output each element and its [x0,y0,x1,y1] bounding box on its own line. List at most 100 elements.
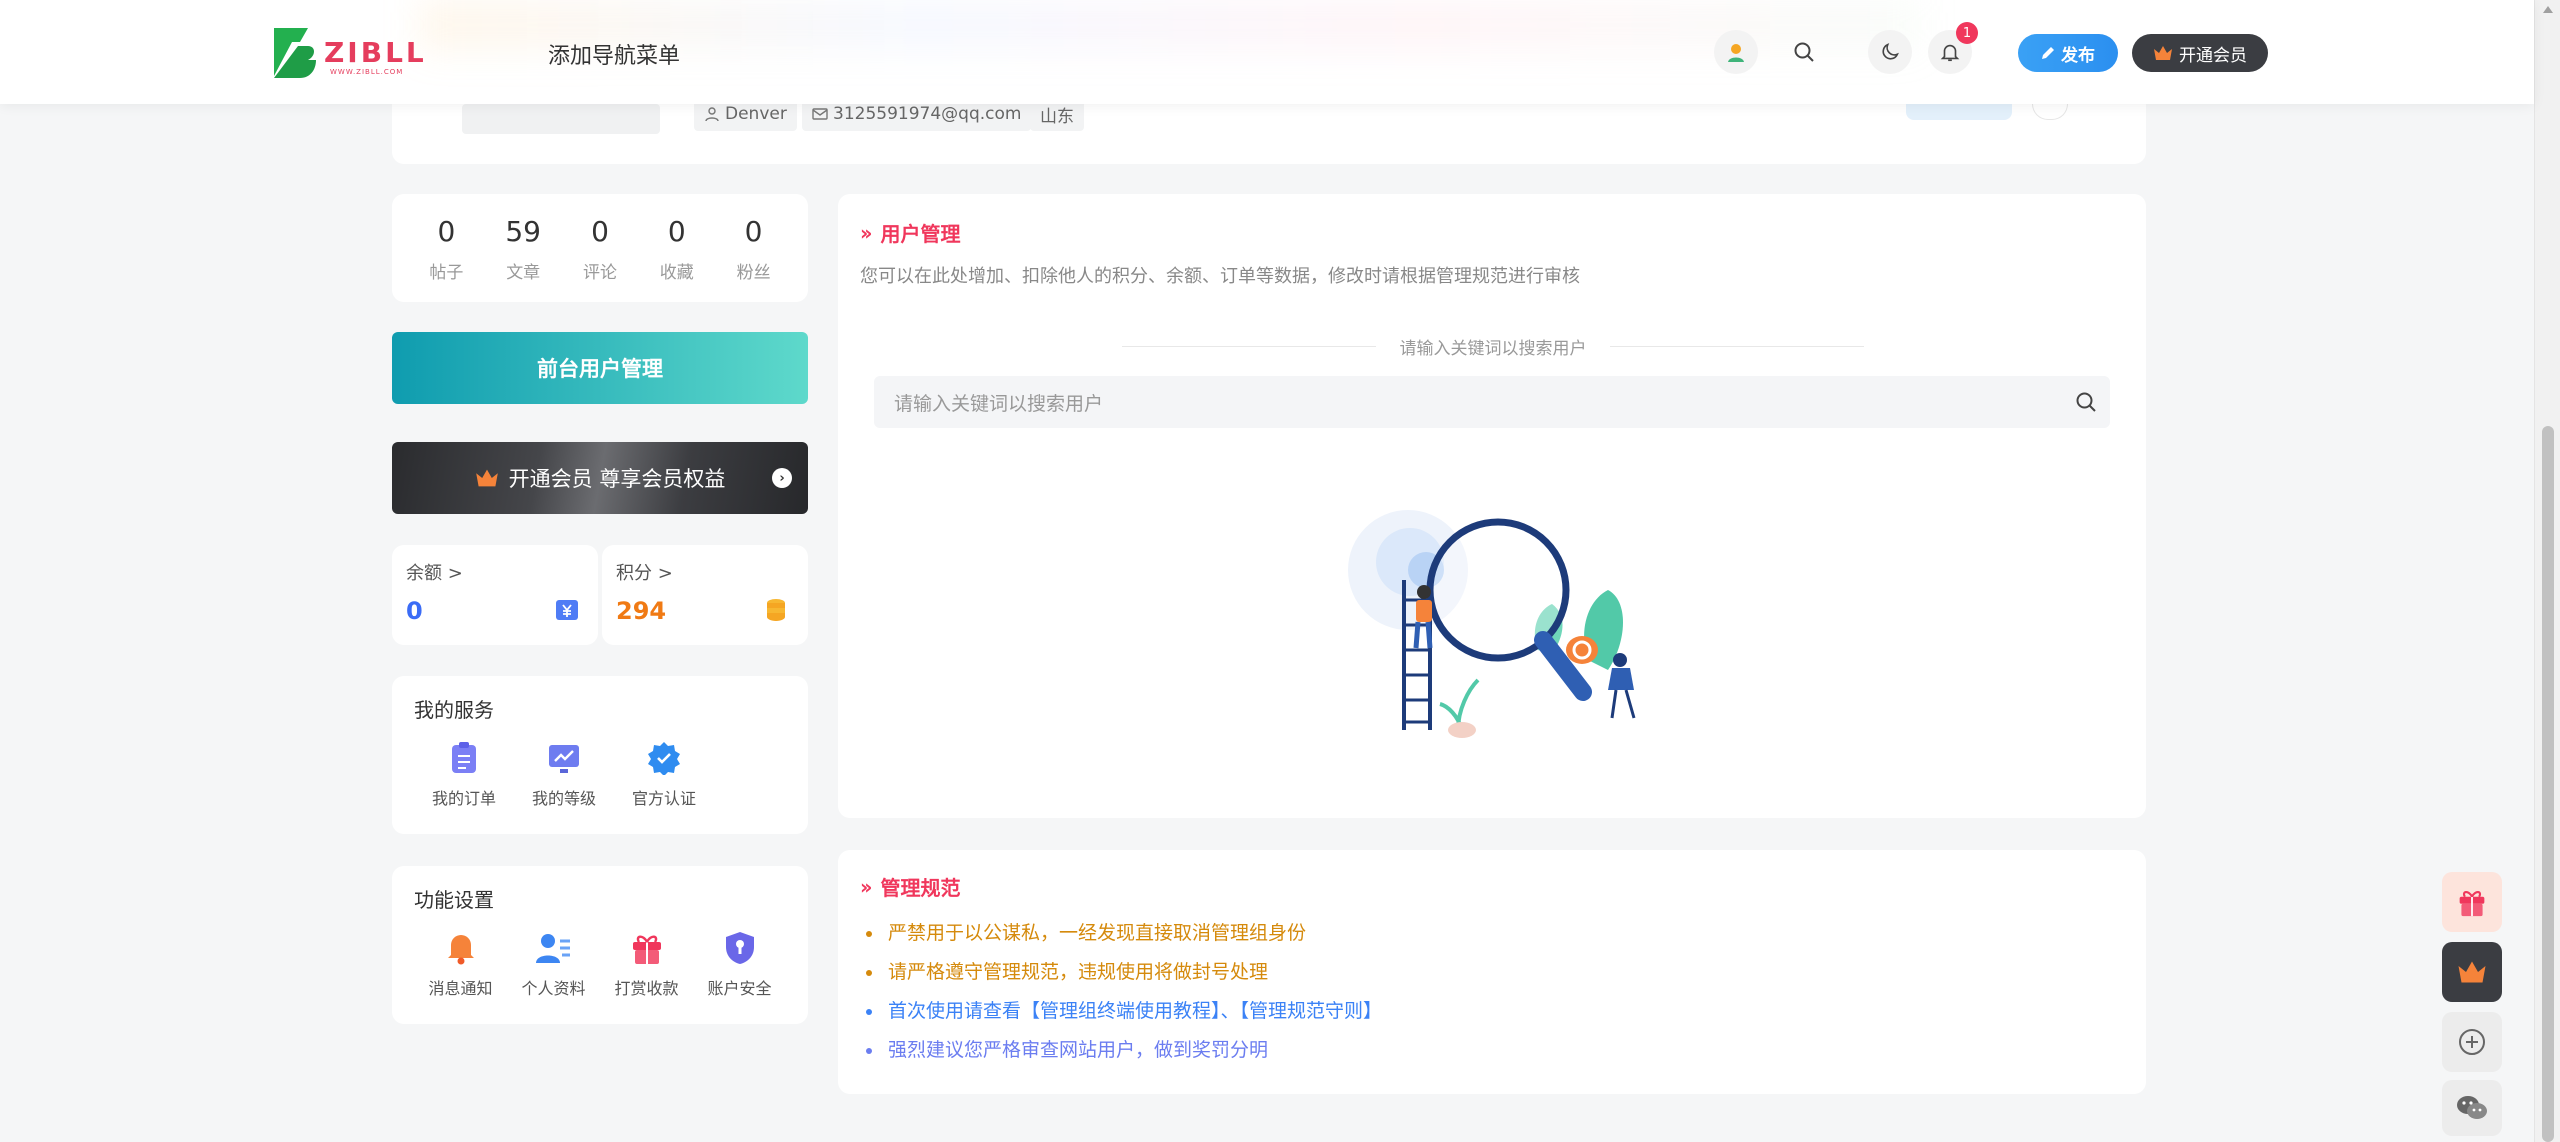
setting-label: 个人资料 [521,979,586,998]
setting-notifications[interactable]: 消息通知 [414,931,507,999]
user-icon [705,107,719,122]
setting-label: 账户安全 [707,979,772,998]
plus-circle-icon [2459,1029,2485,1055]
float-vip-button[interactable] [2442,942,2502,1002]
stat-value: 0 [437,214,456,248]
publish-button[interactable]: 发布 [2018,34,2118,72]
avatar-icon [1728,44,1744,62]
setting-label: 消息通知 [428,979,493,998]
rules-list: 严禁用于以公谋私，一经发现直接取消管理组身份 请严格遵守管理规范，违规使用将做封… [865,914,1382,1070]
stat-value: 0 [744,214,763,248]
user-stats-card: 0 帖子 59 文章 0 评论 0 收藏 0 粉丝 [392,194,808,302]
float-add-button[interactable] [2442,1012,2502,1072]
crown-icon [2458,961,2486,983]
stat-followers[interactable]: 0 粉丝 [719,214,789,283]
vip-label: 开通会员 [2179,45,2247,66]
pencil-icon [2042,47,2054,59]
search-icon[interactable] [2074,390,2098,414]
moon-icon [1882,43,1899,60]
gift-icon [632,935,661,964]
user-management-card: ›› 用户管理 您可以在此处增加、扣除他人的积分、余额、订单等数据，修改时请根据… [838,194,2146,818]
rules-heading: ›› 管理规范 [860,872,960,901]
stat-comments[interactable]: 0 评论 [565,214,635,283]
chevron-right-icon: > [447,563,463,584]
stat-label: 文章 [506,262,541,283]
user-mgmt-heading: ›› 用户管理 [860,218,960,247]
order-icon [452,742,476,773]
rule-item-link[interactable]: 首次使用请查看【管理组终端使用教程】、【管理规范守则】 [865,992,1382,1031]
search-divider-text: 请输入关键词以搜索用户 [1399,339,1587,359]
service-label: 我的订单 [431,789,496,808]
setting-tip-payment[interactable]: 打赏收款 [600,931,693,999]
services-title: 我的服务 [414,698,494,722]
bell-icon [447,935,474,965]
logo-text: ZIBLL [324,36,427,69]
user-mgmt-title: 用户管理 [880,222,961,246]
verified-icon [648,742,680,775]
user-search-input[interactable]: 请输入关键词以搜索用户 [874,376,2110,428]
logo-subtext: WWW.ZIBLL.COM [330,68,404,76]
wechat-icon [2457,1096,2487,1119]
empty-search-illustration [1348,510,1636,738]
search-button[interactable] [1782,30,1826,74]
search-icon [1794,42,1814,62]
service-label: 我的等级 [531,789,596,808]
user-avatar-button[interactable] [1714,30,1758,74]
username-text: Denver [725,104,787,124]
balance-value: 0 [406,597,423,625]
my-services-card: 我的服务 我的订单 我的等级 官方认证 [392,676,808,834]
dark-mode-toggle[interactable] [1868,30,1912,74]
balance-card[interactable]: 余额 > 0 [392,545,598,645]
scroll-up-arrow-icon[interactable] [2543,6,2553,13]
setting-profile[interactable]: 个人资料 [507,931,600,999]
level-icon [549,745,579,773]
profile-icon [535,934,570,963]
double-chevron-icon: ›› [860,220,873,245]
points-card[interactable]: 积分 > 294 [602,545,808,645]
top-header: ZIBLL WWW.ZIBLL.COM 添加导航菜单 1 发布 开通会员 [0,0,2534,104]
arrow-right-icon: › [772,468,792,488]
notification-badge: 1 [1956,22,1978,44]
service-orders[interactable]: 我的订单 [414,741,514,809]
float-wechat-button[interactable] [2442,1080,2502,1136]
points-value: 294 [616,597,667,625]
page-scrollbar[interactable] [2534,0,2560,1142]
stat-value: 0 [591,214,609,248]
profile-more-button[interactable] [2032,104,2068,120]
vip-promo-banner[interactable]: 开通会员 尊享会员权益 › [392,442,808,514]
bell-outline-icon [1940,44,1960,62]
crown-icon [475,469,498,487]
rules-title: 管理规范 [880,876,961,900]
scrollbar-thumb[interactable] [2542,426,2554,1142]
stat-value: 59 [505,214,541,248]
open-vip-button[interactable]: 开通会员 [2132,34,2268,72]
stat-value: 0 [667,214,686,248]
points-label: 积分 [616,563,652,584]
profile-action-button[interactable] [1906,104,2012,120]
profile-placeholder [462,104,660,134]
rule-item: 强烈建议您严格审查网站用户，做到奖罚分明 [865,1031,1382,1070]
site-logo[interactable]: ZIBLL WWW.ZIBLL.COM [270,26,427,80]
stat-articles[interactable]: 59 文章 [488,214,558,283]
setting-account-security[interactable]: 账户安全 [693,931,786,999]
divider-line-right [1610,346,1864,347]
setting-label: 打赏收款 [614,979,679,998]
add-nav-menu-link[interactable]: 添加导航菜单 [548,38,680,70]
divider-line-left [1122,346,1376,347]
crown-icon [2154,46,2172,60]
balance-label: 余额 [406,563,442,584]
service-level[interactable]: 我的等级 [514,741,614,809]
shield-icon [725,932,754,964]
stat-label: 评论 [582,262,617,283]
rule-item: 请严格遵守管理规范，违规使用将做封号处理 [865,953,1382,992]
double-chevron-icon: ›› [860,874,873,899]
stat-posts[interactable]: 0 帖子 [411,214,481,283]
stat-label: 帖子 [429,262,464,283]
float-gift-button[interactable] [2442,872,2502,932]
function-settings-card: 功能设置 消息通知 个人资料 打赏收款 账户安全 [392,866,808,1024]
settings-title: 功能设置 [414,888,494,912]
stat-favorites[interactable]: 0 收藏 [642,214,712,283]
service-verification[interactable]: 官方认证 [614,741,714,809]
front-user-manage-button[interactable]: 前台用户管理 [392,332,808,404]
stat-label: 收藏 [659,262,694,283]
